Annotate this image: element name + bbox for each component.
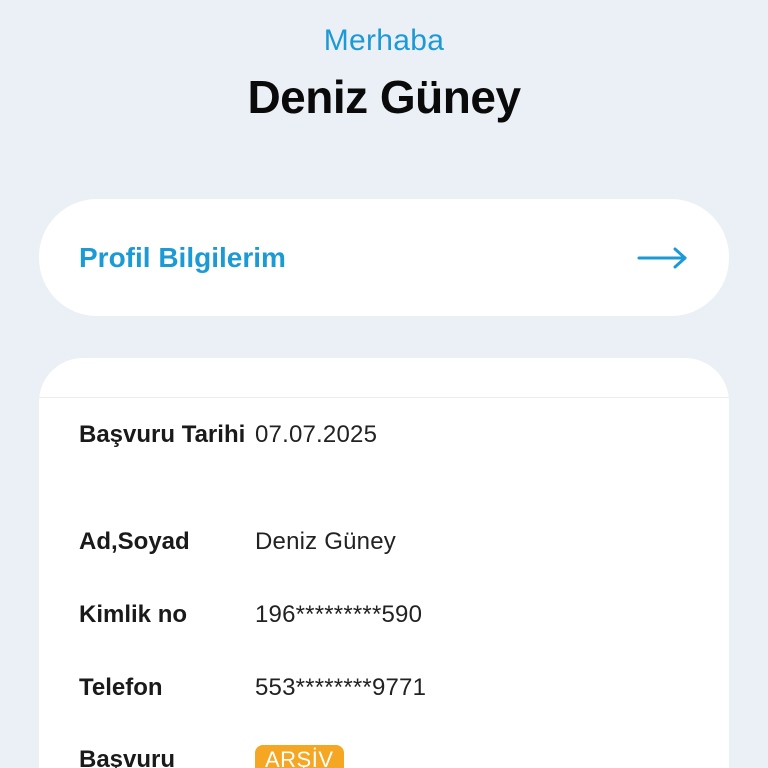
phone-label: Telefon [79, 674, 163, 701]
application-date-label: Başvuru Tarihi [79, 421, 246, 448]
status-badge: ARŞİV [255, 745, 344, 768]
profile-screen: Merhaba Deniz Güney Profil Bilgilerim Ba… [0, 0, 768, 768]
greeting-text: Merhaba [323, 24, 445, 57]
application-details-card: Başvuru Tarihi 07.07.2025 Ad,Soyad Deniz… [39, 358, 729, 768]
phone-value: 553********9771 [255, 674, 427, 701]
application-status-value: ARŞİV [255, 743, 344, 768]
profile-info-label: Profil Bilgilerim [79, 241, 286, 273]
application-date-value: 07.07.2025 [255, 421, 378, 448]
profile-info-button[interactable]: Profil Bilgilerim [39, 199, 729, 316]
phone-row: Telefon 553********9771 [79, 671, 699, 704]
application-status-label: Başvuru [79, 746, 176, 768]
id-number-row: Kimlik no 196*********590 [79, 598, 699, 631]
card-divider [39, 397, 729, 398]
full-name-label: Ad,Soyad [79, 528, 190, 555]
id-number-label: Kimlik no [79, 601, 188, 628]
user-name-heading: Deniz Güney [247, 71, 521, 123]
application-status-row: Başvuru ARŞİV [79, 743, 699, 768]
application-date-row: Başvuru Tarihi 07.07.2025 [79, 418, 699, 451]
id-number-value: 196*********590 [255, 601, 423, 628]
full-name-value: Deniz Güney [255, 528, 396, 555]
arrow-right-icon [637, 247, 687, 268]
full-name-row: Ad,Soyad Deniz Güney [79, 525, 699, 558]
